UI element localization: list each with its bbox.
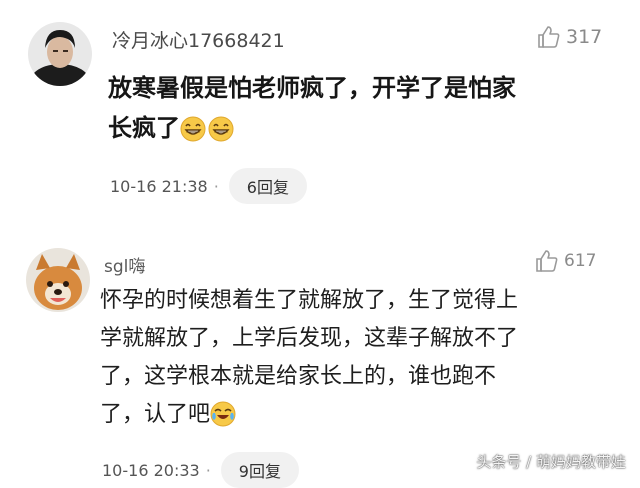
like-button[interactable]: 617 <box>534 248 596 274</box>
comment-text-line: 学就解放了，上学后发现，这辈子解放不了 <box>100 326 519 351</box>
timestamp: 10-16 21:38 <box>110 176 208 196</box>
comment-text-line: 长疯了 <box>108 108 618 148</box>
separator: · <box>205 460 211 480</box>
comment-text-segment: 长疯了 <box>108 114 180 142</box>
thumbs-up-icon <box>538 26 560 48</box>
watermark: 头条号 / 萌妈妈教带娃 <box>476 453 626 471</box>
like-count: 317 <box>566 26 603 48</box>
comment-text: 怀孕的时候想着生了就解放了，生了觉得上 学就解放了，上学后发现，这辈子解放不了 … <box>100 282 620 434</box>
thumbs-up-icon <box>536 250 558 272</box>
avatar[interactable] <box>28 22 92 86</box>
like-count: 617 <box>564 251 597 271</box>
comment-text-line: 放寒暑假是怕老师疯了，开学了是怕家 <box>108 74 516 102</box>
comment-text-line: 了，这学根本就是给家长上的，谁也跑不 <box>100 364 497 389</box>
comment-text-segment: 了，认了吧 <box>100 402 211 427</box>
like-button[interactable]: 317 <box>536 24 602 50</box>
tears-of-joy-icon <box>210 401 236 427</box>
comment-item: sgl嗨 617 怀孕的时候想着生了就解放了，生了觉得上 学就解放了，上学后发现… <box>0 228 640 488</box>
reply-count-button[interactable]: 9回复 <box>220 452 299 488</box>
comment-meta: 10-16 20:33 · 9回复 <box>102 452 299 488</box>
reply-count-button[interactable]: 6回复 <box>228 168 307 204</box>
timestamp: 10-16 20:33 <box>102 460 200 480</box>
comment-item: 冷月冰心17668421 317 放寒暑假是怕老师疯了，开学了是怕家 长疯了 1… <box>0 0 640 228</box>
grin-laugh-icon <box>208 116 234 142</box>
username[interactable]: 冷月冰心17668421 <box>112 26 285 53</box>
avatar[interactable] <box>26 248 90 312</box>
username[interactable]: sgl嗨 <box>104 252 145 277</box>
separator: · <box>213 176 219 196</box>
comment-text-line: 怀孕的时候想着生了就解放了，生了觉得上 <box>100 288 519 313</box>
comment-text: 放寒暑假是怕老师疯了，开学了是怕家 长疯了 <box>108 68 618 148</box>
comment-text-line: 了，认了吧 <box>100 396 620 434</box>
comment-meta: 10-16 21:38 · 6回复 <box>110 168 307 204</box>
grin-laugh-icon <box>180 116 206 142</box>
